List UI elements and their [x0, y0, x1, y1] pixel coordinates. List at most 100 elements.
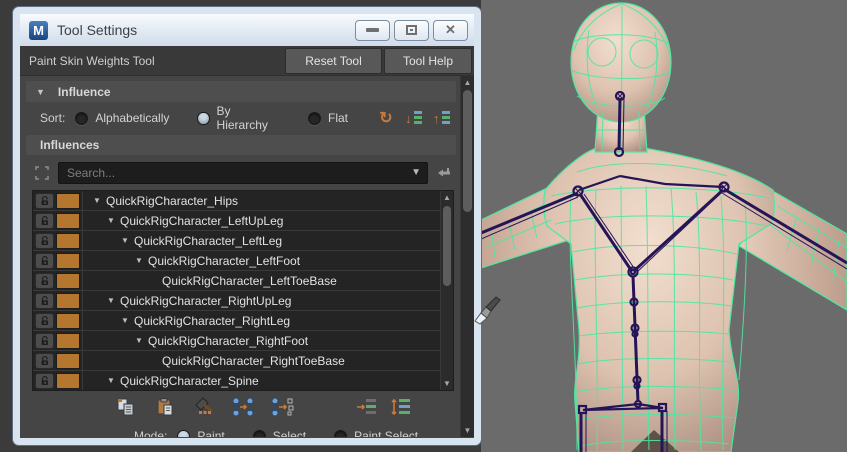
tree-row[interactable]: ▼ QuickRigCharacter_RightLeg — [33, 311, 440, 331]
mode-row: Mode: Paint Select Paint Select — [134, 423, 456, 437]
expander-icon[interactable]: ▼ — [105, 376, 117, 385]
tree-item-label: QuickRigCharacter_RightToeBase — [82, 351, 440, 370]
radio-button[interactable] — [197, 111, 210, 125]
influence-section-title: Influence — [57, 84, 111, 99]
radio-option[interactable]: Select — [252, 429, 306, 437]
sort-list-descending-icon[interactable]: ↓ — [404, 109, 424, 127]
radio-label: Paint Select — [354, 429, 419, 437]
tree-row[interactable]: QuickRigCharacter_LeftToeBase — [33, 271, 440, 291]
expander-icon[interactable]: ▼ — [119, 316, 131, 325]
minimize-button[interactable] — [355, 19, 390, 41]
radio-button[interactable] — [75, 111, 89, 125]
expander-icon[interactable]: ▼ — [119, 236, 131, 245]
influence-color-swatch[interactable] — [56, 292, 80, 309]
radio-button[interactable] — [252, 429, 266, 437]
search-input[interactable] — [58, 162, 428, 184]
expander-icon[interactable]: ▼ — [105, 216, 117, 225]
show-influenced-icon[interactable] — [356, 396, 380, 418]
tree-row[interactable]: ▼ QuickRigCharacter_LeftFoot — [33, 251, 440, 271]
expander-icon[interactable]: ▼ — [133, 256, 145, 265]
lock-icon[interactable] — [35, 232, 54, 249]
move-weights-target-icon[interactable] — [270, 396, 294, 418]
influence-color-swatch[interactable] — [56, 212, 80, 229]
lock-icon[interactable] — [35, 272, 54, 289]
radio-option[interactable]: Paint Select — [334, 429, 418, 437]
influence-section-header[interactable]: ▼ Influence — [26, 81, 456, 102]
influence-tree: ▼ QuickRigCharacter_Hips ▼ QuickRigCharacte… — [32, 190, 454, 391]
move-weights-icon[interactable] — [231, 396, 255, 418]
lock-icon[interactable] — [35, 332, 54, 349]
sort-label: Sort: — [40, 111, 66, 125]
influence-color-swatch[interactable] — [56, 232, 80, 249]
radio-button[interactable] — [177, 429, 191, 437]
influence-color-swatch[interactable] — [56, 252, 80, 269]
tree-item-label: ▼ QuickRigCharacter_Hips — [82, 191, 440, 210]
tree-row[interactable]: QuickRigCharacter_RightToeBase — [33, 351, 440, 371]
tree-row[interactable]: ▼ QuickRigCharacter_RightUpLeg — [33, 291, 440, 311]
lock-icon[interactable] — [35, 212, 54, 229]
lock-icon[interactable] — [35, 192, 54, 209]
tree-row[interactable]: ▼ QuickRigCharacter_RightFoot — [33, 331, 440, 351]
reset-tool-button[interactable]: Reset Tool — [285, 47, 382, 74]
expand-list-icon[interactable] — [390, 396, 414, 418]
viewport-3d[interactable] — [480, 0, 847, 452]
tree-item-label: ▼ QuickRigCharacter_RightUpLeg — [82, 291, 440, 310]
lock-icon[interactable] — [35, 312, 54, 329]
maximize-icon — [406, 25, 417, 35]
lock-icon[interactable] — [35, 252, 54, 269]
tree-item-label: ▼ QuickRigCharacter_LeftLeg — [82, 231, 440, 250]
influence-color-swatch[interactable] — [56, 352, 80, 369]
radio-option[interactable]: By Hierarchy — [197, 104, 280, 132]
viewport-canvas — [480, 0, 847, 452]
search-dropdown-icon[interactable]: ▼ — [411, 167, 421, 178]
scroll-up-icon[interactable]: ▲ — [461, 76, 474, 89]
radio-option[interactable]: Paint — [177, 429, 225, 437]
panel-scrollbar-thumb[interactable] — [463, 90, 472, 212]
expander-icon[interactable]: ▼ — [133, 336, 145, 345]
pin-influence-icon[interactable] — [434, 164, 454, 182]
mode-label: Mode: — [134, 429, 168, 437]
tree-scrollbar-thumb[interactable] — [443, 206, 451, 286]
influence-color-swatch[interactable] — [56, 192, 80, 209]
influence-color-swatch[interactable] — [56, 372, 80, 389]
tree-row[interactable]: ▼ QuickRigCharacter_LeftUpLeg — [33, 211, 440, 231]
radio-button[interactable] — [307, 111, 321, 125]
tree-item-label: QuickRigCharacter_LeftToeBase — [82, 271, 440, 290]
paint-brush-icon — [474, 296, 501, 325]
titlebar[interactable]: M Tool Settings ✕ — [20, 14, 474, 46]
scroll-up-icon[interactable]: ▲ — [441, 191, 453, 204]
maximize-button[interactable] — [394, 19, 429, 41]
hammer-weights-icon[interactable] — [192, 396, 216, 418]
expander-icon[interactable]: ▼ — [91, 196, 103, 205]
close-button[interactable]: ✕ — [433, 19, 468, 41]
radio-label: Alphabetically — [95, 111, 170, 125]
lock-icon[interactable] — [35, 372, 54, 389]
select-brackets-icon[interactable] — [32, 164, 52, 182]
refresh-icon[interactable]: ↻ — [376, 109, 396, 127]
svg-text:↑: ↑ — [433, 111, 440, 126]
sort-list-ascending-icon[interactable]: ↑ — [432, 109, 452, 127]
tree-item-label: ▼ QuickRigCharacter_LeftFoot — [82, 251, 440, 270]
tool-help-button[interactable]: Tool Help — [384, 47, 472, 74]
panel-scrollbar[interactable]: ▲ ▼ — [460, 76, 474, 437]
paste-weights-icon[interactable] — [153, 396, 177, 418]
minimize-icon — [366, 28, 379, 32]
collapse-icon[interactable]: ▼ — [36, 87, 45, 97]
tree-row[interactable]: ▼ QuickRigCharacter_LeftLeg — [33, 231, 440, 251]
expander-icon[interactable]: ▼ — [105, 296, 117, 305]
tree-row[interactable]: ▼ QuickRigCharacter_Spine — [33, 371, 440, 390]
scroll-down-icon[interactable]: ▼ — [441, 377, 453, 390]
influence-color-swatch[interactable] — [56, 312, 80, 329]
radio-option[interactable]: Alphabetically — [75, 104, 169, 132]
tree-row[interactable]: ▼ QuickRigCharacter_Hips — [33, 191, 440, 211]
radio-option[interactable]: Flat — [307, 104, 348, 132]
influence-color-swatch[interactable] — [56, 332, 80, 349]
tree-scrollbar[interactable]: ▲ ▼ — [440, 191, 453, 390]
scroll-down-icon[interactable]: ▼ — [461, 424, 474, 437]
tool-settings-window: M Tool Settings ✕ Paint Skin Weights Too… — [13, 7, 481, 445]
copy-weights-icon[interactable] — [114, 396, 138, 418]
radio-button[interactable] — [334, 429, 348, 437]
lock-icon[interactable] — [35, 292, 54, 309]
lock-icon[interactable] — [35, 352, 54, 369]
influence-color-swatch[interactable] — [56, 272, 80, 289]
